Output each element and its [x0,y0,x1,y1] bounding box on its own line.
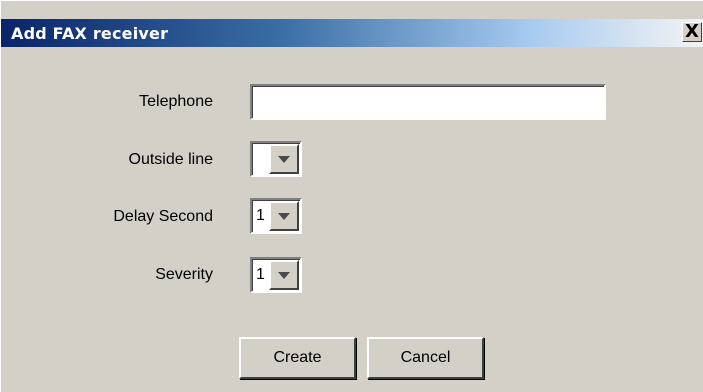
title-bar[interactable]: Add FAX receiver X [1,19,703,47]
severity-dropdown-button[interactable] [269,260,299,290]
close-button[interactable]: X [682,22,702,42]
severity-value: 1 [256,266,265,283]
close-icon: X [685,21,699,42]
chevron-down-icon [278,272,290,279]
chevron-down-icon [278,156,290,163]
outside-line-label: Outside line [128,151,214,168]
dialog-title: Add FAX receiver [11,24,169,43]
outside-line-dropdown-button[interactable] [269,144,299,174]
outside-line-select[interactable] [250,141,302,177]
delay-second-label: Delay Second [113,208,213,225]
severity-select[interactable]: 1 [250,257,302,293]
telephone-input[interactable] [250,84,606,120]
telephone-label: Telephone [139,93,213,110]
severity-label: Severity [155,266,213,283]
create-button[interactable]: Create [239,337,356,379]
chevron-down-icon [278,213,290,220]
delay-second-select[interactable]: 1 [250,198,302,234]
add-fax-receiver-dialog: Add FAX receiver X Telephone Outside lin… [0,0,703,392]
cancel-button[interactable]: Cancel [367,337,484,379]
delay-second-value: 1 [256,207,265,224]
delay-second-dropdown-button[interactable] [269,201,299,231]
